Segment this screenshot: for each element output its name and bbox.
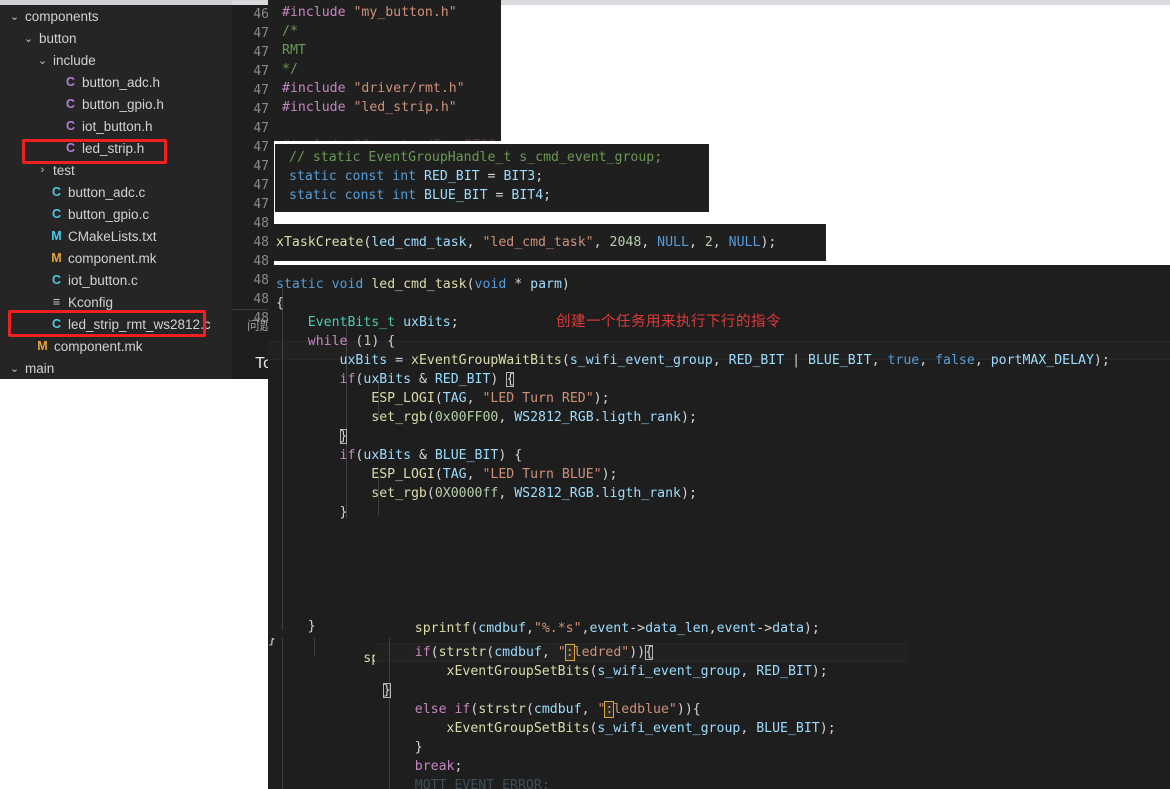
file-icon-header: C xyxy=(65,75,76,89)
screenshot-root: ⌄ components ⌄ button ⌄ include Cbutton_adc.h C… xyxy=(0,0,1170,789)
file-icon-header: C xyxy=(65,119,76,133)
code-panel-event-bits: // static EventGroupHandle_t s_cmd_event… xyxy=(275,144,709,212)
tree-item-led-strip-h[interactable]: Cled_strip.h xyxy=(0,137,232,159)
chevron-down-icon[interactable]: ⌄ xyxy=(8,362,21,375)
file-icon-source: C xyxy=(51,273,62,287)
tree-item-label: iot_button.c xyxy=(68,272,138,288)
chevron-right-icon[interactable]: › xyxy=(36,164,49,176)
tree-item-component-mk[interactable]: Mcomponent.mk xyxy=(0,247,232,269)
chevron-down-icon[interactable]: ⌄ xyxy=(22,32,35,45)
tree-item-label: iot_button.h xyxy=(82,118,153,134)
file-icon-source: C xyxy=(51,185,62,199)
tree-item-iot-button-c[interactable]: Ciot_button.c xyxy=(0,269,232,291)
chevron-down-icon[interactable]: ⌄ xyxy=(8,10,21,23)
tree-item-button-adc-c[interactable]: Cbutton_adc.c xyxy=(0,181,232,203)
tree-item-label: button xyxy=(39,30,77,46)
tree-item-label: button_gpio.c xyxy=(68,206,150,222)
tree-item-cmakelists-txt[interactable]: M CMakeLists.txt xyxy=(0,225,232,247)
tree-item-button-gpio-h[interactable]: Cbutton_gpio.h xyxy=(0,93,232,115)
file-icon-header: C xyxy=(65,97,76,111)
tree-item-test[interactable]: › test xyxy=(0,159,232,181)
code-panel-xtaskcreate: xTaskCreate(led_cmd_task, "led_cmd_task"… xyxy=(268,224,826,261)
tree-item-label: component.mk xyxy=(54,338,143,354)
tree-item-label: main xyxy=(25,360,55,376)
tree-item-include[interactable]: ⌄ include xyxy=(0,49,232,71)
tree-item-component-mk[interactable]: Mcomponent.mk xyxy=(0,335,232,357)
tree-item-label: components xyxy=(25,8,99,24)
tree-item-led-strip-rmt-ws2812-c[interactable]: Cled_strip_rmt_ws2812.c xyxy=(0,313,232,335)
code-panel-mqtt-handler: if(strstr(cmdbuf, ":ledred")){ xEventGro… xyxy=(375,638,907,789)
tree-item-main[interactable]: ⌄ main xyxy=(0,357,232,379)
file-icon-makefile: M xyxy=(37,339,48,353)
file-tree[interactable]: ⌄ components ⌄ button ⌄ include Cbutton_adc.h C… xyxy=(0,5,232,379)
tree-item-label: button_gpio.h xyxy=(82,96,164,112)
tree-item-label: button_adc.h xyxy=(82,74,161,90)
tree-item-label: test xyxy=(53,162,75,178)
code-panel-includes: #include "my_button.h" /* RMT */ #includ… xyxy=(268,0,501,141)
file-icon-source: C xyxy=(51,317,62,331)
tree-item-button-gpio-c[interactable]: Cbutton_gpio.c xyxy=(0,203,232,225)
line-number: 47 xyxy=(253,197,269,212)
tree-item-kconfig[interactable]: ≡ Kconfig xyxy=(0,291,232,313)
tree-item-label: Kconfig xyxy=(68,294,114,310)
file-explorer-sidebar[interactable]: ⌄ components ⌄ button ⌄ include Cbutton_adc.h C… xyxy=(0,5,232,379)
file-icon-makefile: M xyxy=(51,251,62,265)
tree-item-label: led_strip_rmt_ws2812.c xyxy=(68,316,211,332)
file-icon-kconfig: ≡ xyxy=(52,295,61,309)
tree-item-label: include xyxy=(53,52,96,68)
file-icon-source: C xyxy=(51,207,62,221)
file-icon-header: C xyxy=(65,141,76,155)
tree-item-label: button_adc.c xyxy=(68,184,146,200)
tree-item-iot-button-h[interactable]: Ciot_button.h xyxy=(0,115,232,137)
chevron-down-icon[interactable]: ⌄ xyxy=(36,54,49,67)
line-number: 47 xyxy=(253,159,269,174)
line-number: 47 xyxy=(253,178,269,193)
tree-item-button[interactable]: ⌄ button xyxy=(0,27,232,49)
file-icon-cmake: M xyxy=(51,229,62,243)
chinese-annotation: 创建一个任务用来执行下行的指令 xyxy=(556,314,781,330)
tree-item-label: led_strip.h xyxy=(82,140,145,156)
tree-item-label: component.mk xyxy=(68,250,157,266)
tree-item-components[interactable]: ⌄ components xyxy=(0,5,232,27)
tree-item-button-adc-h[interactable]: Cbutton_adc.h xyxy=(0,71,232,93)
code-line-sprintf: sprintf(cmdbuf,"%.*s",event->data_len,ev… xyxy=(375,619,907,638)
tree-item-label: CMakeLists.txt xyxy=(68,228,157,244)
